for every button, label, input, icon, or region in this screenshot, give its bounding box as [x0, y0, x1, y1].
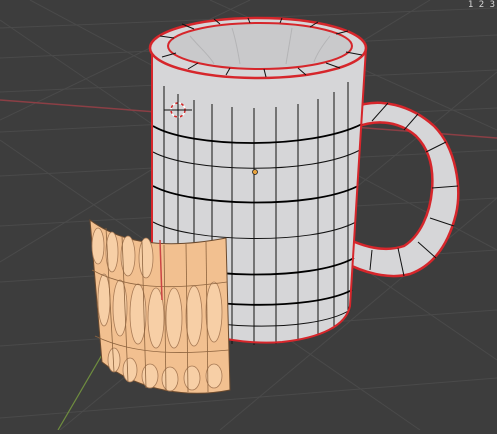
mug-rim[interactable] [148, 16, 368, 80]
3d-viewport[interactable] [0, 0, 497, 431]
viewport-canvas[interactable] [0, 0, 497, 431]
object-origin-dot[interactable] [252, 169, 258, 175]
viewport-overlay-text: 1 2 3 [467, 0, 495, 10]
curved-decal-patch[interactable] [89, 218, 231, 394]
